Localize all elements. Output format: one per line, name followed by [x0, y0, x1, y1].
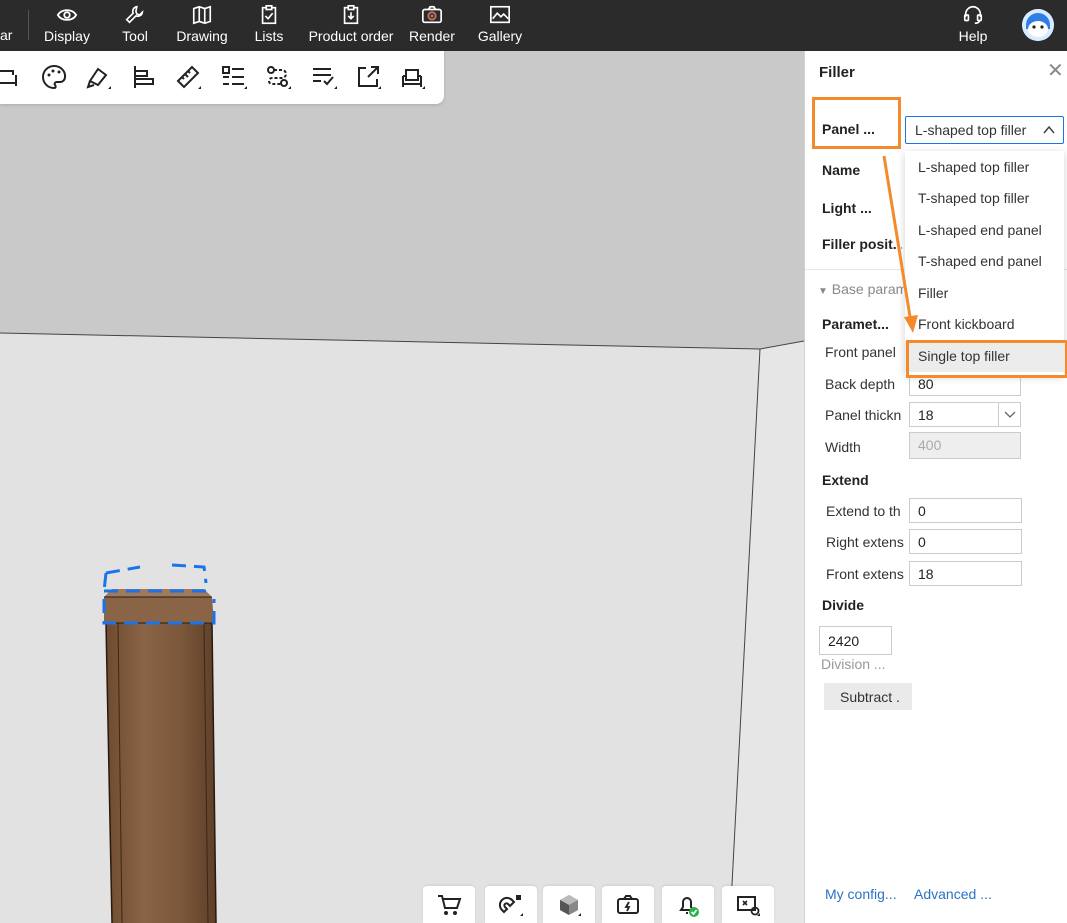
gallery-icon [490, 5, 510, 24]
magnet-button[interactable] [485, 886, 537, 923]
checklist-icon[interactable] [310, 63, 338, 91]
armchair-icon[interactable] [398, 63, 426, 91]
eye-icon [56, 9, 78, 21]
headset-icon [963, 5, 983, 25]
cart-icon [438, 894, 462, 915]
monitor-gear-icon [737, 895, 760, 916]
map-icon [192, 5, 212, 25]
order-download-icon [343, 5, 359, 25]
scene-canvas [0, 51, 804, 923]
clipboard-check-icon [261, 5, 277, 25]
display-menu[interactable]: Display [42, 0, 92, 51]
product-order-menu[interactable]: Product order [306, 0, 396, 51]
snapshot-button[interactable] [602, 886, 654, 923]
palette-icon[interactable] [40, 63, 68, 91]
3d-viewport[interactable] [0, 51, 804, 923]
bell-check-icon [679, 896, 699, 917]
user-avatar[interactable] [1022, 9, 1054, 41]
truncated-menu-icon [0, 0, 10, 51]
camera-icon [422, 5, 442, 24]
cube-button[interactable] [543, 886, 595, 923]
help-menu[interactable]: Help [952, 0, 994, 51]
path-icon[interactable] [264, 63, 292, 91]
camera-flash-icon [617, 894, 639, 914]
sofa-icon[interactable] [0, 63, 20, 91]
notification-button[interactable] [662, 886, 714, 923]
export-icon[interactable] [354, 63, 382, 91]
toolbar-divider [28, 10, 29, 40]
cube-icon [560, 894, 581, 916]
render-settings-button[interactable] [722, 886, 774, 923]
render-menu[interactable]: Render [406, 0, 458, 51]
align-left-icon[interactable] [130, 63, 158, 91]
tool-strip [0, 51, 444, 104]
annotation-arrow [882, 155, 918, 333]
top-toolbar: ar Display Tool Drawing Lists Product or… [0, 0, 1067, 51]
drawing-menu[interactable]: Drawing [174, 0, 230, 51]
list-grid-icon[interactable] [220, 63, 248, 91]
lists-menu[interactable]: Lists [248, 0, 290, 51]
avatar-face-icon [1022, 9, 1054, 41]
brush-icon[interactable] [84, 63, 112, 91]
wood-column[interactable] [106, 623, 216, 923]
tool-menu[interactable]: Tool [112, 0, 158, 51]
cart-button[interactable] [423, 886, 475, 923]
magnet-icon [498, 894, 523, 916]
wrench-icon [125, 5, 144, 24]
filler-properties-panel: Filler ✕ Panel ... L-shaped top filler N… [804, 51, 1067, 923]
gallery-menu[interactable]: Gallery [474, 0, 526, 51]
ruler-icon[interactable] [174, 63, 202, 91]
